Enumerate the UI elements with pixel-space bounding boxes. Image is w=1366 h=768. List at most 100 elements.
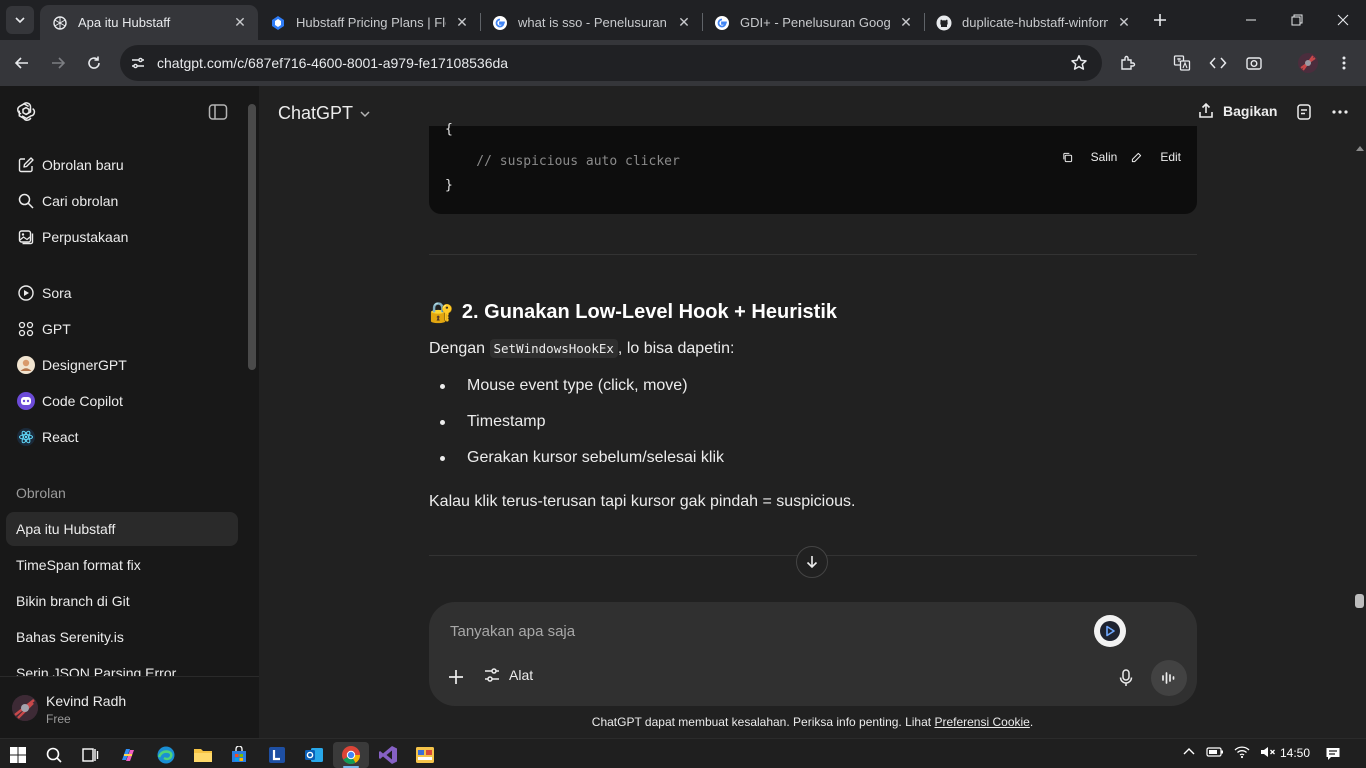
new-tab-button[interactable] bbox=[1148, 8, 1172, 32]
chat-item-timespan-format-fix[interactable]: TimeSpan format fix bbox=[6, 548, 238, 582]
tools-label: Alat bbox=[509, 667, 534, 683]
profile-button[interactable] bbox=[1294, 49, 1322, 77]
sidebar-item-label: Sora bbox=[42, 285, 72, 301]
chat-item-bahas-serenity[interactable]: Bahas Serenity.is bbox=[6, 620, 238, 654]
notifications-icon[interactable] bbox=[1325, 746, 1341, 762]
sidebar-item-search-chats[interactable]: Cari obrolan bbox=[6, 184, 238, 218]
sidebar-item-sora[interactable]: Sora bbox=[6, 276, 238, 310]
scroll-up-arrow-icon[interactable] bbox=[1355, 144, 1365, 152]
more-options-icon[interactable] bbox=[1331, 103, 1349, 121]
tab-gdi-plus[interactable]: GDI+ - Penelusuran Google ✕ bbox=[702, 5, 924, 40]
visual-studio-app[interactable] bbox=[370, 742, 406, 768]
minimize-button[interactable] bbox=[1228, 0, 1274, 40]
battery-icon[interactable] bbox=[1206, 745, 1224, 759]
copilot-app[interactable] bbox=[110, 742, 146, 768]
tab-title: GDI+ - Penelusuran Google bbox=[740, 15, 890, 30]
bullet-dot bbox=[440, 383, 445, 389]
sidebar-item-designergpt[interactable]: DesignerGPT bbox=[6, 348, 238, 382]
list-item-text: Mouse event type (click, move) bbox=[467, 377, 688, 394]
disclaimer: ChatGPT dapat membuat kesalahan. Periksa… bbox=[259, 715, 1366, 729]
share-button[interactable]: Bagikan bbox=[1197, 102, 1277, 120]
restore-button[interactable] bbox=[1274, 0, 1320, 40]
wifi-icon[interactable] bbox=[1234, 745, 1250, 759]
google-icon bbox=[715, 15, 729, 30]
tools-button[interactable]: Alat bbox=[483, 666, 533, 684]
devtools-button[interactable] bbox=[1204, 49, 1232, 77]
cookie-preferences-link[interactable]: Preferensi Cookie bbox=[934, 715, 1029, 729]
tab-github-duplicate[interactable]: duplicate-hubstaff-winform/ ✕ bbox=[924, 5, 1142, 40]
close-tab-icon[interactable]: ✕ bbox=[676, 14, 692, 31]
bookmark-star-icon[interactable] bbox=[1070, 54, 1088, 72]
voice-waveform-icon bbox=[1162, 672, 1175, 684]
sora-icon bbox=[16, 283, 36, 303]
bullet-dot bbox=[440, 455, 445, 461]
close-tab-icon[interactable]: ✕ bbox=[1116, 14, 1132, 31]
user-profile[interactable]: Kevind Radh Free bbox=[0, 676, 259, 738]
tab-hubstaff-pricing[interactable]: Hubstaff Pricing Plans | Flexib ✕ bbox=[258, 5, 480, 40]
back-button[interactable] bbox=[8, 49, 36, 77]
close-tab-icon[interactable]: ✕ bbox=[454, 14, 470, 31]
edit-code-button[interactable]: Edit bbox=[1131, 150, 1181, 164]
copy-code-button[interactable]: Salin bbox=[1062, 150, 1117, 164]
site-info-button[interactable] bbox=[124, 49, 152, 77]
screenshot-button[interactable] bbox=[1240, 49, 1268, 77]
close-window-button[interactable] bbox=[1320, 0, 1366, 40]
sidebar-item-code-copilot[interactable]: Code Copilot bbox=[6, 384, 238, 418]
address-bar[interactable]: chatgpt.com/c/687ef716-4600-8001-a979-fe… bbox=[120, 45, 1102, 81]
openai-logo-icon[interactable] bbox=[14, 100, 38, 124]
prompt-input[interactable]: Tanyakan apa saja bbox=[450, 623, 575, 640]
task-view-button[interactable] bbox=[72, 742, 108, 768]
url-text[interactable]: chatgpt.com/c/687ef716-4600-8001-a979-fe… bbox=[157, 55, 508, 71]
forward-button[interactable] bbox=[44, 49, 72, 77]
sidebar-toggle-icon[interactable] bbox=[208, 103, 228, 121]
inline-code: SetWindowsHookEx bbox=[489, 339, 618, 358]
l-app[interactable] bbox=[259, 742, 295, 768]
voice-mode-button[interactable] bbox=[1151, 660, 1187, 696]
minimize-icon bbox=[1246, 19, 1256, 21]
site-settings-icon bbox=[132, 57, 144, 69]
outlook-app[interactable] bbox=[296, 742, 332, 768]
message-composer[interactable]: Tanyakan apa saja Alat bbox=[429, 602, 1197, 706]
extensions-button[interactable] bbox=[1114, 49, 1142, 77]
tab-search-button[interactable] bbox=[6, 6, 34, 34]
close-tab-icon[interactable]: ✕ bbox=[232, 14, 248, 31]
microphone-icon[interactable] bbox=[1117, 668, 1135, 688]
sidebar-scrollbar[interactable] bbox=[248, 104, 256, 370]
close-tab-icon[interactable]: ✕ bbox=[898, 14, 914, 31]
main-scrollbar-thumb[interactable] bbox=[1355, 594, 1364, 608]
tab-what-is-sso[interactable]: what is sso - Penelusuran Go ✕ bbox=[480, 5, 702, 40]
model-selector[interactable]: ChatGPT bbox=[278, 103, 371, 124]
sidebar-item-gpt[interactable]: GPT bbox=[6, 312, 238, 346]
conclusion-paragraph: Kalau klik terus-terusan tapi kursor gak… bbox=[429, 493, 856, 510]
volume-muted-icon[interactable] bbox=[1260, 745, 1276, 759]
edge-app[interactable] bbox=[148, 742, 184, 768]
close-icon bbox=[1337, 14, 1349, 26]
browser-menu-button[interactable] bbox=[1330, 49, 1358, 77]
reload-button[interactable] bbox=[80, 49, 108, 77]
extension-badge-button[interactable] bbox=[1094, 615, 1126, 647]
file-explorer-app[interactable] bbox=[185, 742, 221, 768]
extension-badge-icon bbox=[1100, 621, 1120, 641]
chat-item-apa-itu-hubstaff[interactable]: Apa itu Hubstaff bbox=[6, 512, 238, 546]
windows-logo-icon bbox=[10, 747, 26, 763]
sidebar-item-new-chat[interactable]: Obrolan baru bbox=[6, 148, 238, 182]
sidebar-item-library[interactable]: Perpustakaan bbox=[6, 220, 238, 254]
taskbar-search-button[interactable] bbox=[36, 742, 72, 768]
taskbar-clock[interactable]: 14:50 bbox=[1280, 746, 1310, 760]
document-icon[interactable] bbox=[1295, 103, 1313, 121]
start-button[interactable] bbox=[0, 742, 36, 768]
add-attachment-icon[interactable] bbox=[446, 667, 466, 687]
chats-section-title: Obrolan bbox=[16, 485, 66, 501]
microsoft-store-app[interactable] bbox=[221, 742, 257, 768]
app-window[interactable] bbox=[407, 742, 443, 768]
show-hidden-icons-icon[interactable] bbox=[1182, 745, 1196, 759]
scroll-to-bottom-button[interactable] bbox=[796, 546, 828, 578]
tab-apa-itu-hubstaff[interactable]: Apa itu Hubstaff ✕ bbox=[40, 5, 258, 40]
sidebar-item-react[interactable]: React bbox=[6, 420, 238, 454]
arrow-down-icon bbox=[806, 556, 818, 569]
lock-key-emoji: 🔐 bbox=[429, 302, 454, 324]
code-copilot-icon bbox=[16, 391, 36, 411]
chrome-app[interactable] bbox=[333, 742, 369, 768]
translate-button[interactable] bbox=[1168, 49, 1196, 77]
chat-item-bikin-branch[interactable]: Bikin branch di Git bbox=[6, 584, 238, 618]
